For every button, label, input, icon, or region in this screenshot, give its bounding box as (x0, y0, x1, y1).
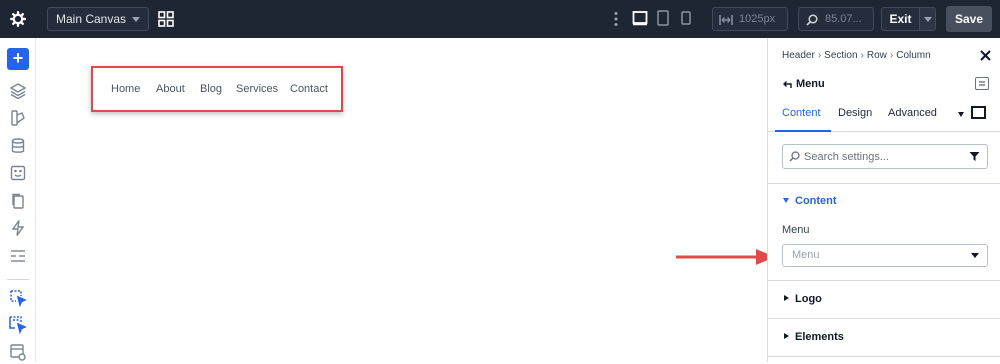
section-content-header[interactable]: Content (795, 195, 837, 207)
panel-title: Menu (796, 78, 825, 90)
layout-icon[interactable] (9, 247, 27, 265)
menu-item[interactable]: Contact (290, 83, 328, 95)
top-toolbar: Main Canvas 1025px 85.07... Exit Save (0, 0, 1000, 38)
tablet-icon[interactable] (657, 10, 669, 29)
menu-element-highlight[interactable]: Home About Blog Services Contact (91, 66, 343, 112)
breadcrumb: Header › Section › Row › Column (782, 50, 931, 61)
breadcrumb-item[interactable]: Row (867, 50, 887, 61)
chevron-down-icon (132, 17, 140, 22)
canvas-selector[interactable]: Main Canvas (47, 7, 149, 31)
back-icon[interactable] (782, 79, 792, 89)
close-icon[interactable] (980, 50, 991, 61)
width-icon (719, 15, 733, 25)
section-divider (768, 356, 1000, 357)
canvas-width-value: 1025px (739, 13, 776, 25)
menu-select-value: Menu (792, 249, 820, 261)
chevron-right-icon (784, 295, 789, 301)
left-sidebar: + (0, 38, 36, 362)
menu-item[interactable]: About (156, 83, 185, 95)
plus-icon[interactable]: + (7, 48, 29, 70)
chevron-down-icon (971, 253, 979, 258)
search-input[interactable] (804, 149, 964, 164)
breadcrumb-separator: › (817, 50, 822, 61)
section-divider (768, 280, 1000, 281)
section-elements-header[interactable]: Elements (795, 331, 844, 343)
settings-panel: Header › Section › Row › Column Menu Content D… (767, 38, 1000, 362)
search-settings-field[interactable] (782, 144, 988, 169)
zoom-value: 85.07... (825, 13, 862, 25)
shapes-icon[interactable] (9, 109, 27, 127)
sidebar-divider (7, 279, 29, 280)
select-icon[interactable] (9, 289, 27, 308)
annotation-arrow-icon (676, 249, 775, 265)
chevron-down-icon (783, 198, 789, 203)
breadcrumb-item[interactable]: Section (824, 50, 857, 61)
gear-icon[interactable] (0, 0, 36, 38)
tab-advanced[interactable]: Advanced (888, 107, 937, 119)
bolt-icon[interactable] (9, 219, 27, 237)
tab-design[interactable]: Design (838, 107, 872, 119)
section-divider (768, 318, 1000, 319)
template-icon[interactable] (9, 164, 27, 182)
canvas-width-input[interactable]: 1025px (712, 7, 788, 31)
breadcrumb-item[interactable]: Header (782, 50, 815, 61)
active-tab-indicator (775, 130, 831, 132)
breadcrumb-separator: › (889, 50, 894, 61)
panel-tabs: Content Design Advanced (768, 104, 1000, 132)
exit-button[interactable]: Exit (881, 7, 919, 31)
database-icon[interactable] (9, 137, 27, 155)
breadcrumb-item[interactable]: Column (896, 50, 930, 61)
grid-icon[interactable] (158, 11, 174, 27)
section-divider (768, 183, 1000, 184)
phone-icon[interactable] (681, 10, 691, 29)
menu-item[interactable]: Home (111, 83, 140, 95)
toggle-icon[interactable] (975, 77, 989, 90)
kebab-icon[interactable] (612, 11, 620, 27)
canvas-selector-label: Main Canvas (56, 12, 127, 26)
desktop-icon[interactable] (632, 10, 648, 29)
search-icon (789, 151, 800, 162)
preview-box-icon[interactable] (971, 106, 986, 119)
chevron-right-icon (784, 333, 789, 339)
menu-item[interactable]: Blog (200, 83, 222, 95)
save-button[interactable]: Save (946, 6, 992, 32)
element-icon[interactable] (9, 343, 27, 361)
exit-dropdown-button[interactable] (919, 7, 936, 31)
breadcrumb-separator: › (860, 50, 864, 61)
menu-item[interactable]: Services (236, 83, 278, 95)
select-multiple-icon[interactable] (9, 316, 27, 335)
builder-canvas[interactable]: Home About Blog Services Contact (36, 38, 775, 362)
pages-icon[interactable] (9, 192, 27, 210)
menu-select[interactable]: Menu (782, 244, 988, 267)
section-logo-header[interactable]: Logo (795, 293, 822, 305)
filter-icon[interactable] (969, 151, 980, 162)
zoom-input[interactable]: 85.07... (798, 7, 874, 31)
menu-field-label: Menu (782, 224, 810, 236)
zoom-icon (806, 14, 818, 26)
chevron-down-icon[interactable] (958, 112, 964, 117)
layers-icon[interactable] (9, 82, 27, 100)
tab-content[interactable]: Content (782, 107, 821, 119)
